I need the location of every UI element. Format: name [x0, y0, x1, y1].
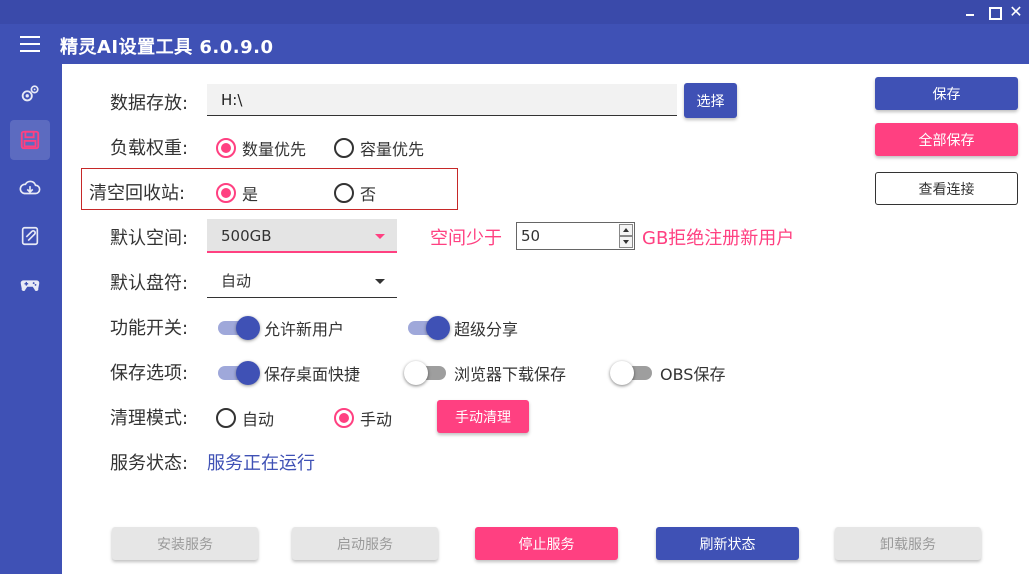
radio-quantity-first[interactable]: 数量优先 [216, 136, 306, 160]
radio-label: 否 [360, 185, 377, 204]
toggle-track [404, 361, 446, 385]
default-space-label: 默认空间: [110, 228, 189, 249]
menu-icon[interactable] [20, 36, 40, 52]
window-control-bar [0, 0, 1029, 24]
toggle-track [218, 361, 260, 385]
maximize-icon[interactable] [984, 3, 1004, 21]
recycle-bin-label: 清空回收站: [89, 183, 186, 204]
toggle-knob [404, 361, 428, 385]
select-value: 500GB [221, 227, 272, 245]
radio-label: 自动 [242, 410, 275, 429]
view-connections-button[interactable]: 查看连接 [875, 172, 1018, 205]
sidebar [0, 64, 62, 574]
radio-circle [334, 138, 354, 158]
sidebar-item-document[interactable] [10, 216, 50, 256]
radio-circle [334, 408, 354, 428]
default-drive-label: 默认盘符: [110, 273, 189, 294]
toggle-desktop-shortcut[interactable]: 保存桌面快捷 [218, 361, 360, 385]
toggle-knob [236, 316, 260, 340]
service-status-value: 服务正在运行 [207, 453, 315, 474]
toggle-label: OBS保存 [660, 365, 726, 384]
toggle-label: 超级分享 [454, 320, 519, 339]
toggle-track [408, 316, 450, 340]
radio-capacity-first[interactable]: 容量优先 [334, 136, 424, 160]
data-storage-label: 数据存放: [110, 93, 189, 114]
toggle-track [610, 361, 652, 385]
toggle-allow-new-users[interactable]: 允许新用户 [218, 316, 344, 340]
toggle-knob [236, 361, 260, 385]
uninstall-service-button[interactable]: 卸载服务 [835, 527, 981, 560]
spin-up-icon[interactable] [619, 224, 633, 236]
radio-circle [216, 183, 236, 203]
spinbox-arrows [619, 224, 633, 248]
radio-label: 手动 [360, 410, 393, 429]
radio-label: 是 [242, 185, 259, 204]
minimize-icon[interactable] [960, 3, 980, 21]
radio-recycle-yes[interactable]: 是 [216, 181, 258, 205]
chevron-down-icon [375, 279, 385, 284]
radio-circle [216, 408, 236, 428]
select-value: 自动 [221, 272, 252, 290]
clean-mode-label: 清理模式: [110, 408, 189, 429]
stop-service-button[interactable]: 停止服务 [475, 527, 618, 560]
title-bar: ✕ 精灵AI设置工具 6.0.9.0 [0, 0, 1029, 64]
sidebar-item-settings[interactable] [10, 74, 50, 114]
sidebar-item-storage[interactable] [10, 120, 50, 160]
radio-circle [334, 183, 354, 203]
spin-down-icon[interactable] [619, 236, 633, 248]
save-options-label: 保存选项: [110, 363, 189, 384]
start-service-button[interactable]: 启动服务 [292, 527, 438, 560]
radio-recycle-no[interactable]: 否 [334, 181, 376, 205]
sidebar-item-download[interactable] [10, 168, 50, 208]
toggle-track [218, 316, 260, 340]
sidebar-item-game[interactable] [10, 264, 50, 304]
save-all-button[interactable]: 全部保存 [875, 123, 1018, 156]
toggle-knob [426, 316, 450, 340]
close-icon[interactable]: ✕ [1006, 3, 1026, 21]
install-service-button[interactable]: 安装服务 [112, 527, 258, 560]
toggle-label: 保存桌面快捷 [264, 365, 361, 384]
data-storage-path-input[interactable]: H:\ [207, 84, 677, 116]
space-threshold-spinbox[interactable]: 50 [516, 222, 635, 250]
cloud-download-icon [19, 180, 41, 195]
default-drive-select[interactable]: 自动 [207, 264, 397, 298]
feature-switch-label: 功能开关: [110, 318, 189, 339]
radio-label: 容量优先 [360, 140, 425, 159]
load-weight-label: 负载权重: [110, 138, 189, 159]
default-space-select[interactable]: 500GB [207, 219, 397, 253]
radio-label: 数量优先 [242, 140, 307, 159]
service-status-label: 服务状态: [110, 453, 189, 474]
gamepad-icon [20, 280, 40, 291]
choose-folder-button[interactable]: 选择 [684, 83, 737, 118]
radio-clean-manual[interactable]: 手动 [334, 406, 392, 430]
refresh-status-button[interactable]: 刷新状态 [656, 527, 799, 560]
settings-icon [21, 85, 39, 102]
manual-clean-button[interactable]: 手动清理 [437, 400, 529, 433]
radio-clean-auto[interactable]: 自动 [216, 406, 274, 430]
space-threshold-suffix: GB拒绝注册新用户 [642, 228, 795, 249]
chevron-down-icon [375, 234, 385, 239]
app-title: 精灵AI设置工具 6.0.9.0 [60, 37, 274, 58]
toggle-label: 允许新用户 [264, 320, 345, 339]
space-threshold-prefix: 空间少于 [430, 228, 502, 249]
spinbox-value: 50 [521, 227, 541, 245]
toggle-label: 浏览器下载保存 [454, 365, 567, 384]
radio-circle [216, 138, 236, 158]
document-icon [21, 226, 39, 246]
toggle-knob [610, 361, 634, 385]
toggle-browser-download[interactable]: 浏览器下载保存 [404, 361, 567, 385]
toggle-super-share[interactable]: 超级分享 [408, 316, 518, 340]
toggle-obs-save[interactable]: OBS保存 [610, 361, 726, 385]
save-button[interactable]: 保存 [875, 77, 1018, 110]
save-disk-icon [20, 130, 40, 150]
